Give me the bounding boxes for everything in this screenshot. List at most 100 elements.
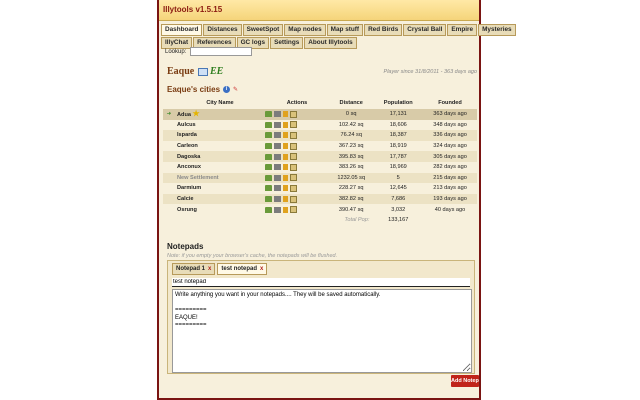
cart-icon[interactable] <box>274 111 281 118</box>
tab-about[interactable]: About Illytools <box>304 37 357 49</box>
close-icon[interactable]: x <box>260 265 263 273</box>
scroll-icon[interactable] <box>290 121 297 129</box>
city-population: 7,686 <box>373 193 424 205</box>
row-marker <box>163 130 175 141</box>
city-founded: 213 days ago <box>423 183 477 194</box>
city-name[interactable]: Osrung <box>175 204 265 215</box>
scroll-icon[interactable] <box>290 153 297 161</box>
cart-icon[interactable] <box>274 143 281 150</box>
city-population: 17,131 <box>373 109 424 120</box>
alliance-tag[interactable]: EE <box>210 66 223 77</box>
bolt-icon[interactable] <box>283 111 288 118</box>
tab-map-stuff[interactable]: Map stuff <box>326 24 364 36</box>
cities-title: Eaque's cities <box>167 84 221 94</box>
tab-distances[interactable]: Distances <box>203 24 242 36</box>
tab-red-birds[interactable]: Red Birds <box>364 24 403 36</box>
table-row[interactable]: Aulcus 102.42 sq 18,606 348 days ago <box>163 119 477 131</box>
row-marker <box>163 161 175 173</box>
tab-sweetspot[interactable]: SweetSpot <box>242 24 284 36</box>
house-icon[interactable] <box>265 196 272 203</box>
scroll-icon[interactable] <box>290 163 297 171</box>
bolt-icon[interactable] <box>283 143 288 150</box>
scroll-icon[interactable] <box>290 142 297 150</box>
cart-icon[interactable] <box>274 185 281 192</box>
city-actions <box>265 119 329 131</box>
city-name[interactable]: Carleon <box>175 140 265 152</box>
city-name[interactable]: Adua ★ <box>175 109 265 120</box>
lookup-input[interactable] <box>190 47 253 56</box>
tab-dashboard[interactable]: Dashboard <box>161 24 203 36</box>
city-actions <box>265 172 329 184</box>
notepad-textarea[interactable]: Write anything you want in your notepads… <box>172 289 472 373</box>
table-row[interactable]: Dagoska 395.83 sq 17,787 305 days ago <box>163 151 477 162</box>
scroll-icon[interactable] <box>290 206 297 214</box>
bolt-icon[interactable] <box>283 185 288 192</box>
player-name[interactable]: Eaque <box>167 66 194 77</box>
scroll-icon[interactable] <box>290 195 297 203</box>
arrow-right-icon: ➜ <box>166 111 172 118</box>
house-icon[interactable] <box>265 111 272 118</box>
notepad-name-input[interactable] <box>172 278 470 287</box>
house-icon[interactable] <box>265 164 272 171</box>
house-icon[interactable] <box>265 121 272 128</box>
city-actions <box>265 109 329 120</box>
notepad-tab-1[interactable]: Notepad 1 x <box>172 263 216 275</box>
table-row[interactable]: ➜ Adua ★ 0 sq 17,131 363 days ago <box>163 109 477 120</box>
cart-icon[interactable] <box>274 121 281 128</box>
table-row[interactable]: Calcie 382.82 sq 7,686 193 days ago <box>163 193 477 205</box>
house-icon[interactable] <box>265 174 272 181</box>
bolt-icon[interactable] <box>283 164 288 171</box>
tab-map-nodes[interactable]: Map nodes <box>284 24 326 36</box>
house-icon[interactable] <box>265 143 272 150</box>
pin-icon[interactable]: ✎ <box>233 86 238 93</box>
house-icon[interactable] <box>265 185 272 192</box>
table-row[interactable]: Darmium 228.27 sq 12,645 213 days ago <box>163 183 477 194</box>
scroll-icon[interactable] <box>290 184 297 192</box>
house-icon[interactable] <box>265 132 272 139</box>
info-icon[interactable]: i <box>223 85 231 93</box>
city-population: 18,387 <box>373 130 424 141</box>
tab-settings[interactable]: Settings <box>270 37 304 49</box>
mail-icon[interactable] <box>198 68 208 76</box>
cart-icon[interactable] <box>274 196 281 203</box>
city-population: 18,606 <box>373 119 424 131</box>
cart-icon[interactable] <box>274 132 281 139</box>
city-distance: 76.24 sq <box>329 130 374 141</box>
bolt-icon[interactable] <box>283 196 288 203</box>
city-name[interactable]: Calcie <box>175 193 265 205</box>
tab-mysteries[interactable]: Mysteries <box>478 24 516 36</box>
bolt-icon[interactable] <box>283 121 288 128</box>
cart-icon[interactable] <box>274 206 281 213</box>
table-row[interactable]: Isparda 76.24 sq 18,387 336 days ago <box>163 130 477 141</box>
city-name[interactable]: Isparda <box>175 130 265 141</box>
scroll-icon[interactable] <box>290 131 297 139</box>
tab-empire[interactable]: Empire <box>447 24 478 36</box>
cart-icon[interactable] <box>274 174 281 181</box>
city-name[interactable]: Darmium <box>175 183 265 194</box>
scroll-icon[interactable] <box>290 110 297 118</box>
notepad-tab-2[interactable]: test notepad x <box>217 263 268 275</box>
table-row[interactable]: Osrung 390.47 sq 3,032 40 days ago <box>163 204 477 215</box>
bolt-icon[interactable] <box>283 153 288 160</box>
bolt-icon[interactable] <box>283 206 288 213</box>
scroll-icon[interactable] <box>290 174 297 182</box>
cart-icon[interactable] <box>274 164 281 171</box>
tab-crystal-ball[interactable]: Crystal Ball <box>403 24 447 36</box>
city-name[interactable]: Aulcus <box>175 119 265 131</box>
city-population: 3,032 <box>373 204 424 215</box>
city-name[interactable]: New Settlement <box>175 172 265 184</box>
add-notepad-button[interactable]: Add Notepad <box>451 375 479 387</box>
table-row[interactable]: Carleon 367.23 sq 18,919 324 days ago <box>163 140 477 152</box>
bolt-icon[interactable] <box>283 132 288 139</box>
house-icon[interactable] <box>265 206 272 213</box>
city-distance: 390.47 sq <box>329 204 374 215</box>
city-name[interactable]: Anconux <box>175 161 265 173</box>
house-icon[interactable] <box>265 153 272 160</box>
close-icon[interactable]: x <box>208 265 211 273</box>
table-row[interactable]: Anconux 383.26 sq 18,969 282 days ago <box>163 161 477 173</box>
city-name[interactable]: Dagoska <box>175 151 265 162</box>
table-row[interactable]: New Settlement 1232.05 sq 5 215 days ago <box>163 172 477 184</box>
bolt-icon[interactable] <box>283 174 288 181</box>
city-distance: 228.27 sq <box>329 183 374 194</box>
cart-icon[interactable] <box>274 153 281 160</box>
